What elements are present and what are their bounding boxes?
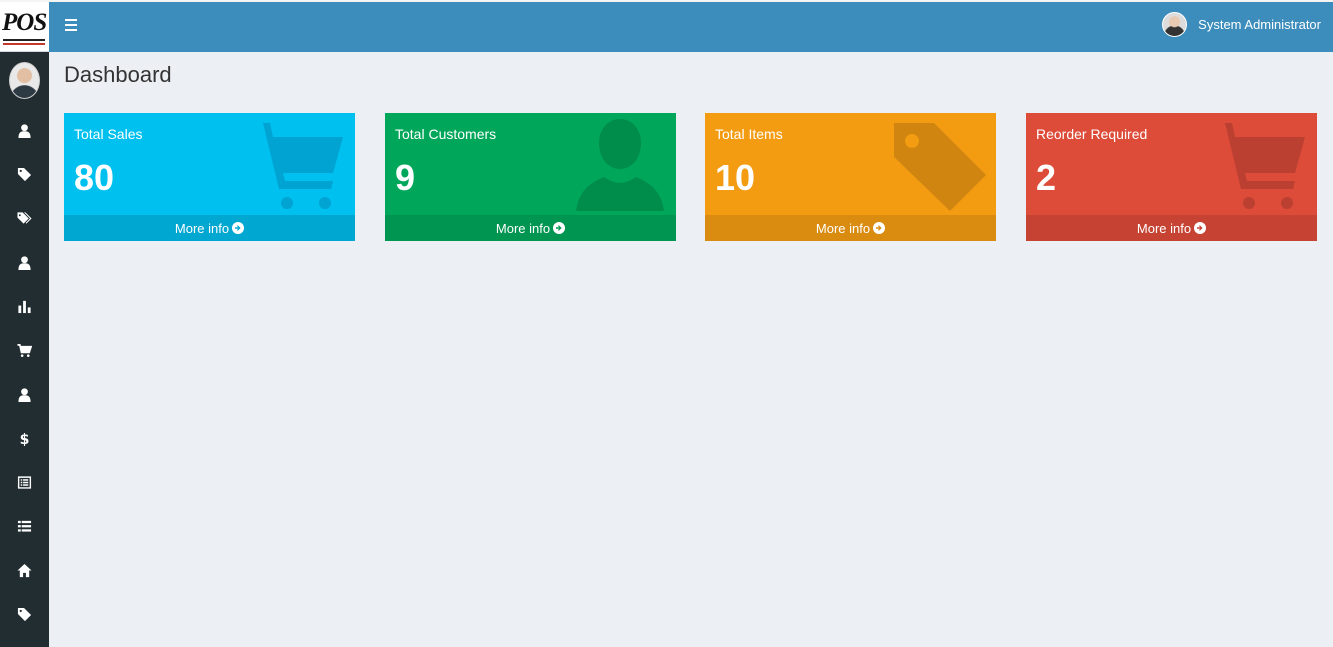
stat-label: Total Items: [715, 126, 783, 142]
page-title: Dashboard: [64, 62, 172, 87]
sidebar-item-tag-2[interactable]: [0, 592, 49, 636]
dollar-icon: $: [20, 432, 30, 446]
sidebar-item-payments[interactable]: $: [0, 416, 49, 460]
stat-box-total-sales: Total Sales 80 More info: [64, 113, 355, 241]
app-logo[interactable]: POS: [0, 2, 49, 52]
user-icon: [18, 255, 31, 270]
list-icon: [17, 520, 32, 532]
more-info-link[interactable]: More info: [64, 215, 355, 241]
bar-chart-icon: [18, 300, 31, 313]
sidebar-item-users[interactable]: [0, 108, 49, 152]
sidebar-item-home[interactable]: [0, 548, 49, 592]
logo-text: POS: [2, 9, 47, 36]
stat-value: 10: [715, 157, 756, 198]
user-menu[interactable]: System Administrator: [1162, 11, 1321, 37]
user-name: System Administrator: [1198, 16, 1321, 32]
logo-underline-accent: [3, 43, 45, 45]
arrow-circle-right-icon: [232, 222, 245, 234]
more-info-label: More info: [1136, 220, 1192, 236]
stat-value: 80: [74, 157, 115, 198]
more-info-link[interactable]: More info: [1026, 215, 1317, 241]
more-info-label: More info: [174, 220, 230, 236]
more-info-label: More info: [495, 220, 551, 236]
user-icon: [18, 387, 31, 402]
sidebar: $: [0, 52, 49, 647]
arrow-circle-right-icon: [1194, 222, 1207, 234]
tag-icon: [17, 167, 32, 181]
sidebar-item-sales[interactable]: [0, 328, 49, 372]
cart-icon: [253, 123, 343, 209]
sidebar-item-list[interactable]: [0, 504, 49, 548]
sidebar-user-avatar[interactable]: [9, 62, 40, 99]
stat-label: Total Sales: [74, 126, 143, 142]
top-navbar: POS System Administrator: [0, 0, 1333, 52]
user-avatar: [1162, 11, 1188, 37]
stat-box-total-items: Total Items 10 More info: [705, 113, 996, 241]
list-alt-icon: [17, 475, 32, 489]
home-icon: [17, 563, 32, 577]
logo-underline: [3, 39, 45, 41]
sidebar-item-reports[interactable]: [0, 284, 49, 328]
more-info-link[interactable]: More info: [385, 215, 676, 241]
tag-icon: [894, 123, 986, 211]
tags-icon: [17, 211, 32, 224]
user-icon: [576, 119, 664, 211]
stat-value: 9: [395, 157, 416, 198]
sidebar-item-tags[interactable]: [0, 196, 49, 240]
stat-label: Total Customers: [395, 126, 497, 142]
svg-text:$: $: [20, 432, 30, 446]
more-info-link[interactable]: More info: [705, 215, 996, 241]
cart-icon: [1215, 123, 1305, 209]
user-icon: [18, 123, 31, 138]
sidebar-item-tag[interactable]: [0, 152, 49, 196]
stat-value: 2: [1036, 157, 1057, 198]
stat-box-reorder-required: Reorder Required 2 More info: [1026, 113, 1317, 241]
arrow-circle-right-icon: [873, 222, 886, 234]
sidebar-item-suppliers[interactable]: [0, 372, 49, 416]
stat-box-total-customers: Total Customers 9 More info: [385, 113, 676, 241]
sidebar-toggle-icon[interactable]: [65, 19, 77, 33]
more-info-label: More info: [815, 220, 871, 236]
sidebar-item-customers[interactable]: [0, 240, 49, 284]
arrow-circle-right-icon: [553, 222, 566, 234]
stat-label: Reorder Required: [1036, 126, 1148, 142]
tag-icon: [17, 607, 32, 621]
cart-icon: [17, 343, 32, 357]
sidebar-item-list-alt[interactable]: [0, 460, 49, 504]
